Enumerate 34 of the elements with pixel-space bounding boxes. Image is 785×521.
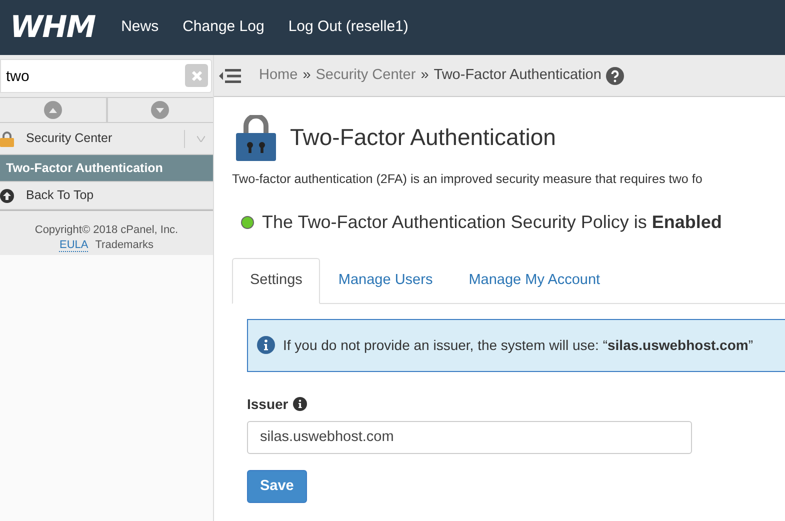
company-link[interactable]: cPanel, Inc. [120, 224, 178, 236]
help-icon [606, 66, 624, 84]
footer-link[interactable]: EULA [59, 239, 88, 252]
close-icon [190, 70, 202, 82]
info-icon [293, 397, 308, 412]
menu-collapse-icon [219, 68, 241, 84]
issuer-input-field[interactable]: silas.uswebhost.com [247, 420, 692, 454]
field-label: Issuer [247, 394, 288, 414]
info-icon [257, 336, 275, 354]
breadcrumb-link[interactable]: Security Center [316, 64, 416, 86]
nav-link[interactable]: Change Log [182, 16, 264, 39]
search-field[interactable]: two [0, 59, 212, 93]
tab[interactable]: Manage Users [320, 258, 451, 304]
padlock-icon [0, 130, 14, 146]
policy-status-text: The Two-Factor Authentication Security Policy is Enabled [262, 210, 722, 234]
clear-search-button[interactable] [185, 64, 208, 87]
whm-logo[interactable]: WHM [10, 5, 96, 50]
footer-link[interactable]: Trademarks [95, 239, 154, 251]
copyright-text: Copyright© 2018 [34, 224, 119, 236]
tab[interactable]: Manage My Account [450, 258, 618, 304]
breadcrumb-link[interactable]: Home [259, 64, 298, 86]
breadcrumb-separator: » [302, 66, 311, 85]
nav-link[interactable]: Log Out (reselle1) [288, 16, 408, 39]
breadcrumb-separator: » [420, 66, 429, 85]
sidebar-item[interactable]: Two-Factor Authentication [0, 155, 213, 182]
alert-text: If you do not provide an issuer, the system will use: “silas.uswebhost.com” [283, 336, 753, 355]
padlock-icon [236, 115, 276, 161]
breadcrumb-current: Two-Factor Authentication [434, 66, 602, 85]
save-button[interactable]: Save [247, 470, 307, 504]
description-text: Two-factor authentication (2FA) is an improved security measure that requires two fo [232, 171, 704, 188]
tab[interactable]: Settings [232, 258, 320, 304]
nav-link[interactable]: News [121, 16, 159, 39]
chevron-icon [197, 136, 205, 142]
page-title: Two-Factor Authentication [290, 124, 556, 152]
